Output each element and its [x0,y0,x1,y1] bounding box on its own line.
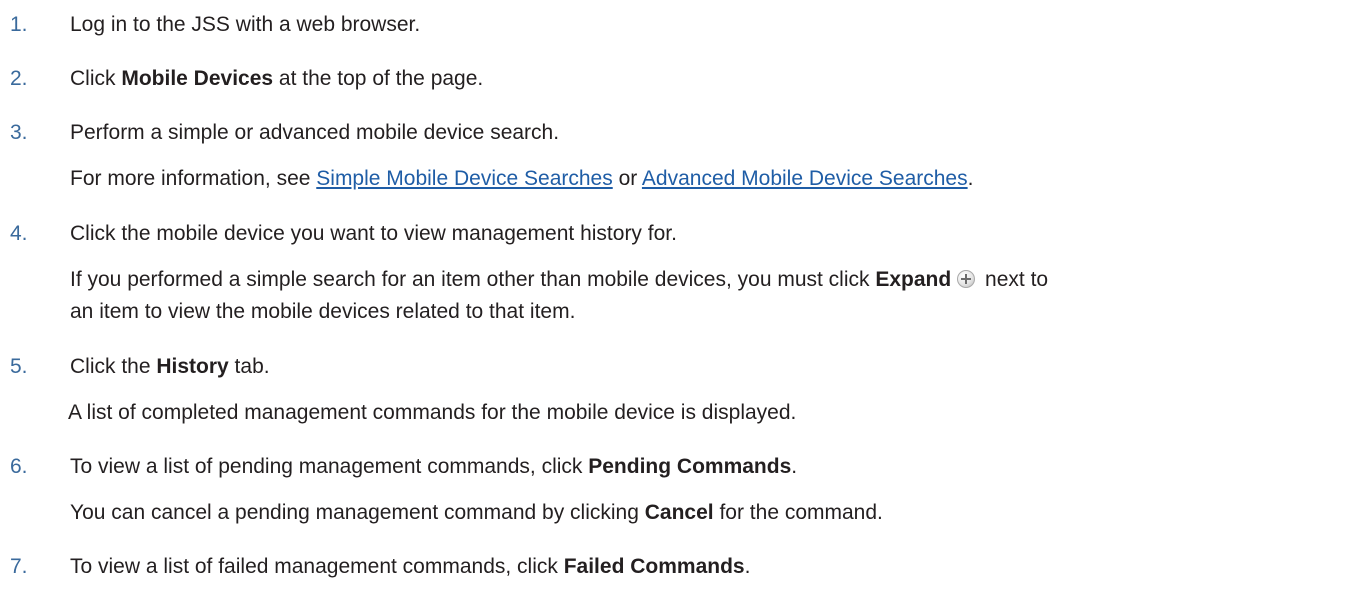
simple-mobile-device-searches-link[interactable]: Simple Mobile Device Searches [316,167,612,190]
step-note-continued: an item to view the mobile devices relat… [70,300,576,323]
step-text: Click the History tab. [70,355,270,378]
pending-commands-label: Pending Commands [588,455,792,478]
advanced-mobile-device-searches-link[interactable]: Advanced Mobile Device Searches [642,167,968,190]
step-text: To view a list of failed management comm… [70,555,751,578]
expand-plus-icon [957,270,976,288]
step-number: 5. [10,355,28,378]
step-number: 7. [10,555,28,578]
step-number: 3. [10,121,28,144]
step-text: Click Mobile Devices at the top of the p… [70,67,484,90]
mobile-devices-label: Mobile Devices [121,67,274,90]
failed-commands-label: Failed Commands [563,555,745,578]
step-note: For more information, see Simple Mobile … [70,167,974,190]
step-number: 1. [10,13,28,36]
step-note: If you performed a simple search for an … [70,268,1049,291]
cancel-label: Cancel [644,501,714,524]
expand-label: Expand [875,268,952,291]
step-note: You can cancel a pending management comm… [70,501,883,524]
step-text: Perform a simple or advanced mobile devi… [70,121,560,144]
step-number: 4. [10,222,28,245]
step-text: To view a list of pending management com… [70,455,798,478]
step-number: 6. [10,455,28,478]
step-text: Log in to the JSS with a web browser. [70,13,421,36]
step-note: A list of completed management commands … [68,401,797,424]
step-text: Click the mobile device you want to view… [70,222,677,245]
procedure-steps: 1. Log in to the JSS with a web browser.… [0,0,1364,602]
history-tab-label: History [156,355,229,378]
step-number: 2. [10,67,28,90]
